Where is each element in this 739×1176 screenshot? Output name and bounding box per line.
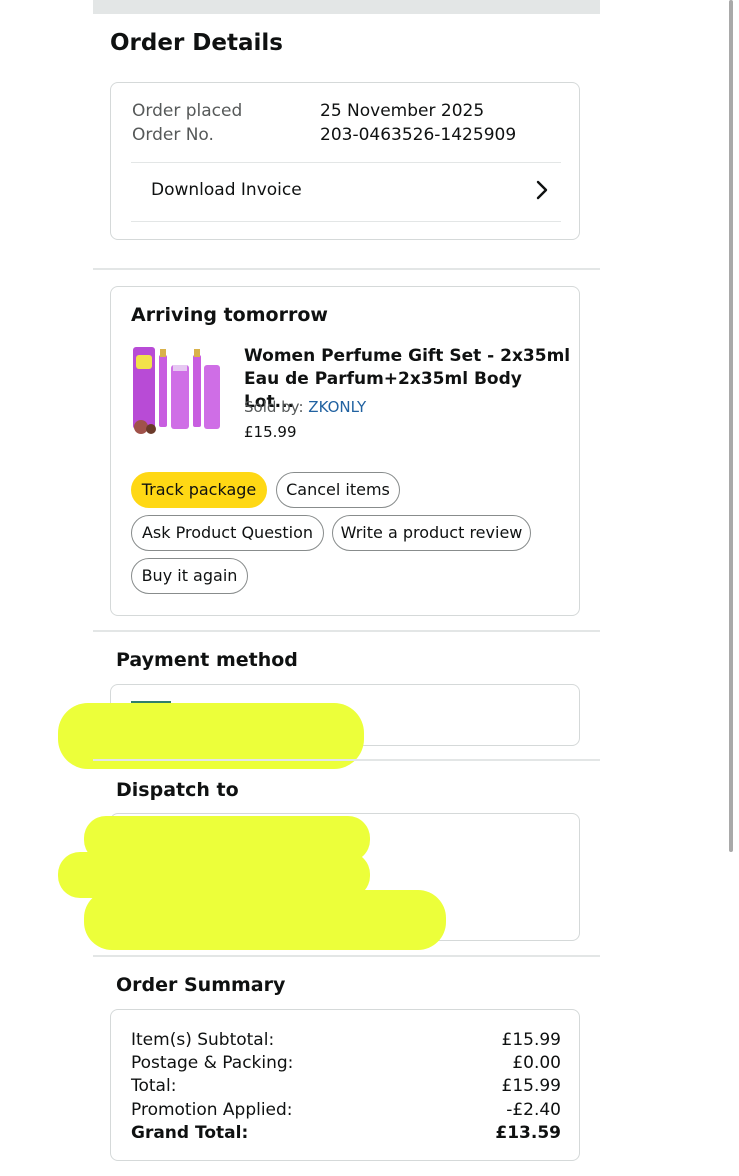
divider — [131, 221, 561, 222]
summary-label: Postage & Packing: — [131, 1053, 294, 1073]
payment-method-heading: Payment method — [116, 649, 298, 671]
cancel-items-button[interactable]: Cancel items — [276, 472, 400, 508]
buy-it-again-button[interactable]: Buy it again — [131, 558, 248, 594]
summary-label: Total: — [131, 1076, 177, 1096]
summary-row: Item(s) Subtotal: £15.99 — [131, 1030, 561, 1052]
summary-value: £15.99 — [501, 1076, 561, 1096]
download-invoice-row[interactable]: Download Invoice — [131, 163, 561, 221]
summary-row: Postage & Packing: £0.00 — [131, 1053, 561, 1075]
order-details-page: Order Details Order placed 25 November 2… — [0, 0, 739, 1176]
redaction-mark — [84, 890, 446, 950]
summary-row: Total: £15.99 — [131, 1076, 561, 1098]
order-info-card: Order placed 25 November 2025 Order No. … — [110, 82, 580, 240]
order-number-value: 203-0463526-1425909 — [320, 125, 517, 145]
order-placed-label: Order placed — [132, 101, 243, 121]
summary-value: £13.59 — [495, 1123, 561, 1143]
shipment-card: Arriving tomorrow Women Perfume Gift Set… — [110, 286, 580, 616]
summary-label: Item(s) Subtotal: — [131, 1030, 275, 1050]
dispatch-to-heading: Dispatch to — [116, 779, 239, 801]
order-placed-value: 25 November 2025 — [320, 101, 485, 121]
grand-total-row: Grand Total: £13.59 — [131, 1123, 561, 1145]
delivery-status: Arriving tomorrow — [131, 304, 328, 326]
product-thumbnail[interactable] — [131, 343, 223, 435]
sold-by: Sold by: ZKONLY — [244, 398, 366, 416]
summary-label: Grand Total: — [131, 1123, 249, 1143]
top-bar — [93, 0, 600, 14]
section-divider — [93, 268, 600, 270]
section-divider — [93, 630, 600, 632]
product-title-line: Women Perfume Gift Set - 2x35ml — [244, 346, 571, 366]
order-summary-heading: Order Summary — [116, 974, 286, 996]
section-divider — [93, 955, 600, 957]
track-package-button[interactable]: Track package — [131, 472, 267, 508]
section-divider — [93, 759, 600, 761]
seller-link[interactable]: ZKONLY — [308, 398, 366, 416]
chevron-right-icon — [536, 180, 548, 200]
ask-product-question-button[interactable]: Ask Product Question — [131, 515, 324, 551]
order-number-label: Order No. — [132, 125, 214, 145]
summary-row: Promotion Applied: -£2.40 — [131, 1100, 561, 1122]
order-summary-card: Item(s) Subtotal: £15.99 Postage & Packi… — [110, 1009, 580, 1161]
summary-value: £15.99 — [501, 1030, 561, 1050]
scrollbar[interactable] — [729, 0, 733, 852]
item-price: £15.99 — [244, 423, 297, 441]
summary-value: -£2.40 — [506, 1100, 561, 1120]
write-review-button[interactable]: Write a product review — [332, 515, 531, 551]
page-title: Order Details — [110, 30, 283, 56]
sold-by-label: Sold by: — [244, 398, 309, 416]
summary-value: £0.00 — [512, 1053, 561, 1073]
download-invoice-label: Download Invoice — [151, 180, 302, 200]
summary-label: Promotion Applied: — [131, 1100, 293, 1120]
